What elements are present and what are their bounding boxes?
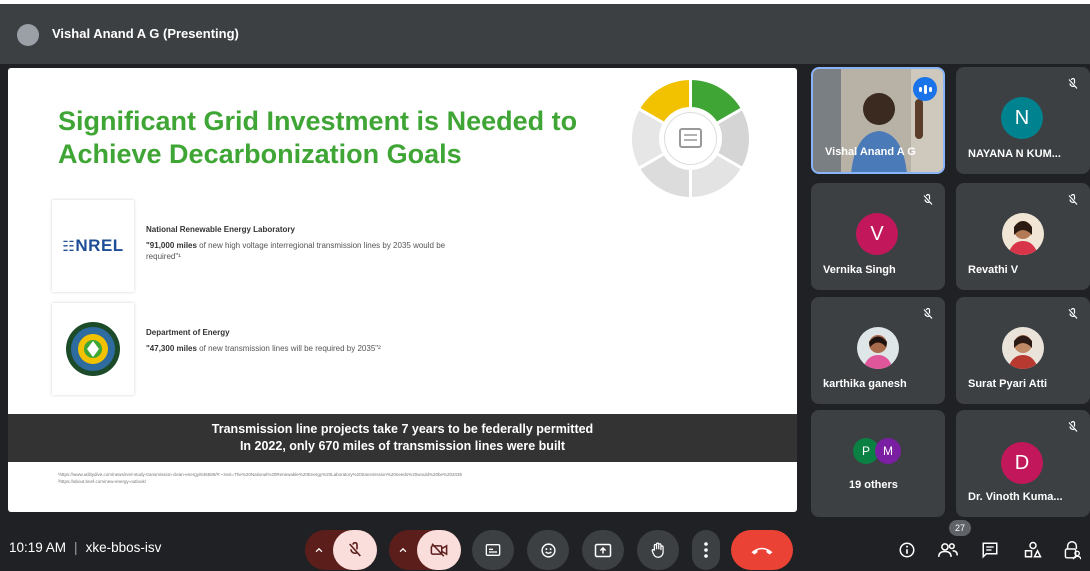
footnote: ¹https://www.utilitydive.com/news/nrel-s… bbox=[58, 472, 462, 477]
participant-tile-others[interactable]: P M 19 others bbox=[811, 410, 945, 517]
shared-slide: Significant Grid Investment is Needed to… bbox=[8, 68, 797, 512]
emoji-icon bbox=[540, 542, 556, 558]
participant-avatar: N bbox=[1001, 97, 1043, 139]
participant-name: Dr. Vinoth Kuma... bbox=[968, 491, 1063, 503]
participant-name: Vishal Anand A G bbox=[825, 146, 916, 158]
doe-source-text: Department of Energy "47,300 miles of ne… bbox=[146, 327, 446, 354]
leave-call-button[interactable] bbox=[731, 530, 793, 570]
info-icon bbox=[899, 542, 915, 558]
participant-photo bbox=[1002, 213, 1044, 255]
people-button[interactable] bbox=[936, 538, 960, 562]
source-name: Department of Energy bbox=[146, 328, 230, 337]
participant-name: Revathi V bbox=[968, 264, 1019, 276]
mic-off-icon bbox=[1062, 303, 1084, 325]
participant-avatar: D bbox=[1001, 442, 1043, 484]
present-button[interactable] bbox=[582, 530, 624, 570]
meeting-info: 10:19 AM | xke-bbos-isv bbox=[9, 540, 162, 555]
reactions-button[interactable] bbox=[527, 530, 569, 570]
chat-button[interactable] bbox=[978, 538, 1002, 562]
participant-tile-karthika[interactable]: karthika ganesh bbox=[811, 297, 945, 404]
participant-name: NAYANA N KUM... bbox=[968, 148, 1061, 160]
camera-options-button[interactable] bbox=[389, 530, 417, 570]
captions-icon bbox=[485, 544, 501, 556]
shapes-icon bbox=[1024, 541, 1042, 558]
meet-window: Vishal Anand A G (Presenting) Significan… bbox=[0, 4, 1090, 571]
people-icon bbox=[938, 543, 958, 557]
mic-off-icon bbox=[1062, 189, 1084, 211]
participant-name: Surat Pyari Atti bbox=[968, 378, 1048, 390]
participant-count-badge: 27 bbox=[949, 520, 971, 536]
slide-title: Significant Grid Investment is Needed to… bbox=[58, 106, 578, 169]
participant-photo bbox=[857, 327, 899, 369]
mic-off-icon bbox=[349, 542, 361, 557]
camera-toggle-button[interactable] bbox=[417, 530, 461, 570]
more-vert-icon bbox=[704, 542, 708, 558]
participant-photo bbox=[1002, 327, 1044, 369]
nrel-logo-card: ☷NREL bbox=[52, 200, 134, 292]
chat-icon bbox=[982, 542, 998, 559]
lock-person-icon bbox=[1064, 540, 1081, 559]
footnote: ²https://about.bnef.com/new-energy-outlo… bbox=[58, 479, 147, 484]
participant-tile-vishal[interactable]: Vishal Anand A G bbox=[811, 67, 945, 174]
doe-logo-card bbox=[52, 303, 134, 395]
raise-hand-button[interactable] bbox=[637, 530, 679, 570]
chevron-up-icon bbox=[315, 547, 323, 553]
mic-control-group bbox=[305, 530, 377, 570]
energy-wheel-graphic bbox=[628, 76, 753, 201]
others-avatars: P M bbox=[851, 438, 907, 468]
source-quote: "91,000 miles of new high voltage interr… bbox=[146, 241, 446, 261]
nrel-source-text: National Renewable Energy Laboratory "91… bbox=[146, 224, 446, 262]
mic-options-button[interactable] bbox=[305, 530, 333, 570]
participant-tile-vernika[interactable]: V Vernika Singh bbox=[811, 183, 945, 290]
participant-name: Vernika Singh bbox=[823, 264, 896, 276]
participant-tile-surat[interactable]: Surat Pyari Atti bbox=[956, 297, 1090, 404]
slide-footnotes: ¹https://www.utilitydive.com/news/nrel-s… bbox=[58, 471, 618, 485]
participant-avatar: M bbox=[875, 438, 901, 464]
more-options-button[interactable] bbox=[692, 530, 720, 570]
mic-off-icon bbox=[917, 189, 939, 211]
host-controls-button[interactable] bbox=[1060, 538, 1084, 562]
camera-off-icon bbox=[430, 543, 448, 557]
slide-banner: Transmission line projects take 7 years … bbox=[8, 414, 797, 462]
banner-line: Transmission line projects take 7 years … bbox=[211, 422, 594, 436]
participant-tile-nayana[interactable]: N NAYANA N KUM... bbox=[956, 67, 1090, 174]
participant-tile-revathi[interactable]: Revathi V bbox=[956, 183, 1090, 290]
activities-button[interactable] bbox=[1021, 538, 1045, 562]
hand-icon bbox=[651, 542, 664, 558]
participant-avatar: V bbox=[856, 213, 898, 255]
speaking-indicator-icon bbox=[913, 77, 937, 101]
nrel-logo: ☷NREL bbox=[62, 236, 124, 255]
camera-control-group bbox=[389, 530, 461, 570]
meeting-details-button[interactable] bbox=[895, 538, 919, 562]
mic-off-icon bbox=[1062, 416, 1084, 438]
end-call-icon bbox=[751, 547, 773, 555]
doe-seal-icon bbox=[66, 322, 120, 376]
participant-tile-vinoth[interactable]: D Dr. Vinoth Kuma... bbox=[956, 410, 1090, 517]
presenter-avatar bbox=[17, 24, 39, 46]
source-quote: "47,300 miles of new transmission lines … bbox=[146, 344, 381, 353]
presenting-label: Vishal Anand A G (Presenting) bbox=[52, 26, 239, 41]
meeting-code: xke-bbos-isv bbox=[85, 540, 162, 555]
presenting-bar: Vishal Anand A G (Presenting) bbox=[0, 4, 1090, 64]
others-count-label: 19 others bbox=[849, 479, 898, 491]
source-name: National Renewable Energy Laboratory bbox=[146, 225, 295, 234]
meeting-time: 10:19 AM bbox=[9, 540, 67, 555]
present-screen-icon bbox=[594, 543, 612, 557]
captions-button[interactable] bbox=[472, 530, 514, 570]
participant-name: karthika ganesh bbox=[823, 378, 907, 390]
mic-off-icon bbox=[917, 303, 939, 325]
chevron-up-icon bbox=[399, 547, 407, 553]
mic-toggle-button[interactable] bbox=[333, 530, 377, 570]
banner-line: In 2022, only 670 miles of transmission … bbox=[239, 439, 566, 453]
mic-off-icon bbox=[1062, 73, 1084, 95]
